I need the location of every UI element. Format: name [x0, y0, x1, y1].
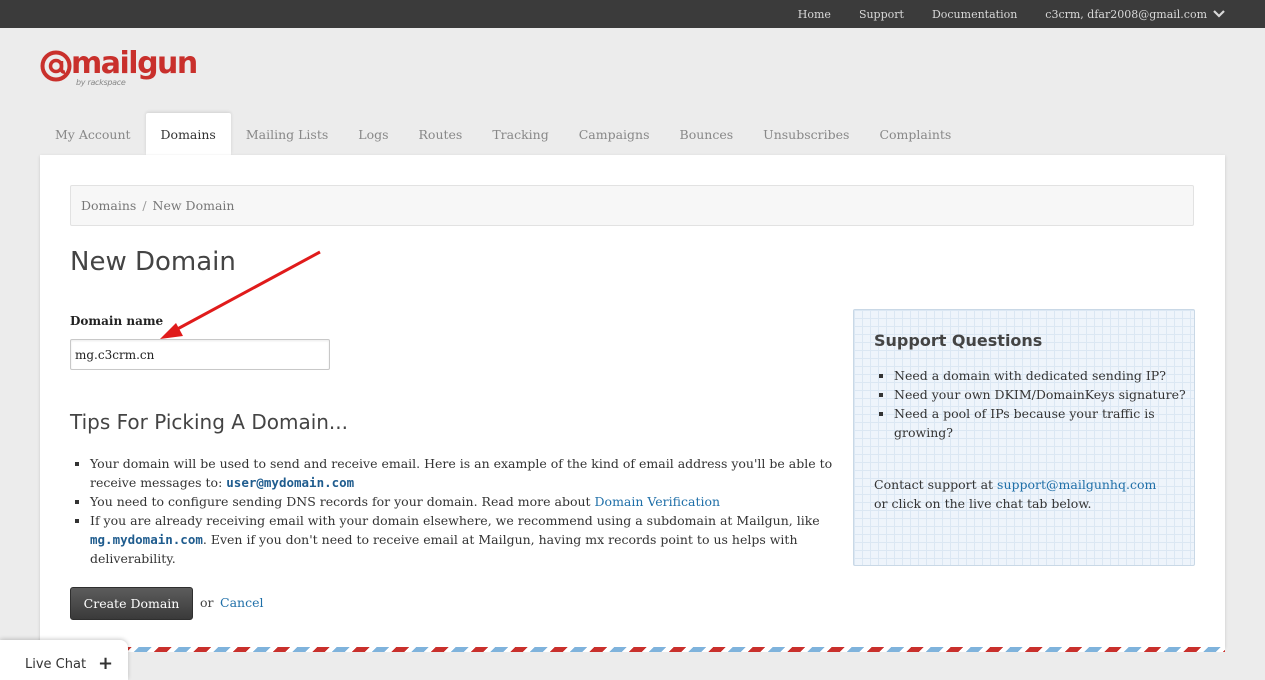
- support-item: Need your own DKIM/DomainKeys signature?: [894, 385, 1199, 404]
- account-label: c3crm, dfar2008@gmail.com: [1045, 7, 1207, 21]
- example-address: user@mydomain.com: [226, 475, 355, 490]
- tab-domains[interactable]: Domains: [145, 113, 231, 155]
- tips-heading: Tips For Picking A Domain...: [70, 410, 348, 434]
- tip-item: If you are already receiving email with …: [90, 511, 835, 568]
- tab-mailing-lists[interactable]: Mailing Lists: [231, 113, 343, 155]
- top-nav-documentation-link[interactable]: Documentation: [932, 8, 1017, 21]
- tab-bounces[interactable]: Bounces: [665, 113, 749, 155]
- airmail-border: [40, 647, 1225, 652]
- logo-byline: by rackspace: [76, 78, 126, 87]
- domain-verification-link[interactable]: Domain Verification: [595, 494, 721, 509]
- tip-item: Your domain will be used to send and rec…: [90, 454, 835, 492]
- support-item: Need a pool of IPs because your traffic …: [894, 404, 1199, 442]
- tip-text: You need to configure sending DNS record…: [90, 494, 595, 509]
- cancel-link[interactable]: Cancel: [220, 595, 263, 610]
- mailgun-logo[interactable]: mailgun by rackspace: [40, 46, 200, 90]
- page-title: New Domain: [70, 247, 236, 277]
- contact-suffix: or click on the live chat tab below.: [874, 496, 1092, 511]
- account-menu[interactable]: c3crm, dfar2008@gmail.com: [1045, 8, 1225, 21]
- breadcrumb-separator: /: [142, 198, 147, 213]
- support-title: Support Questions: [874, 331, 1043, 350]
- plus-icon: +: [98, 653, 114, 674]
- tab-campaigns[interactable]: Campaigns: [564, 113, 665, 155]
- top-nav-home-link[interactable]: Home: [798, 8, 831, 21]
- create-domain-button[interactable]: Create Domain: [70, 587, 193, 620]
- main-tabs: My Account Domains Mailing Lists Logs Ro…: [40, 113, 966, 155]
- logo-wordmark: mailgun: [71, 46, 198, 81]
- tips-list: Your domain will be used to send and rec…: [70, 454, 835, 568]
- tip-text: If you are already receiving email with …: [90, 513, 820, 528]
- contact-prefix: Contact support at: [874, 477, 998, 492]
- tab-unsubscribes[interactable]: Unsubscribes: [748, 113, 864, 155]
- support-item: Need a domain with dedicated sending IP?: [894, 366, 1199, 385]
- support-questions-box: Support Questions Need a domain with ded…: [853, 309, 1195, 566]
- tip-item: You need to configure sending DNS record…: [90, 492, 835, 511]
- breadcrumb-current: New Domain: [152, 198, 235, 213]
- tab-my-account[interactable]: My Account: [40, 113, 146, 155]
- chevron-down-icon: [1213, 10, 1225, 18]
- domain-name-input[interactable]: [70, 339, 330, 370]
- top-nav: Home Support Documentation c3crm, dfar20…: [770, 0, 1225, 28]
- live-chat-tab[interactable]: Live Chat +: [0, 640, 128, 680]
- or-text: or: [200, 595, 214, 610]
- example-subdomain: mg.mydomain.com: [90, 532, 203, 547]
- at-sign-logo-icon: [40, 50, 72, 82]
- tip-text: Your domain will be used to send and rec…: [90, 456, 833, 490]
- tab-routes[interactable]: Routes: [404, 113, 478, 155]
- breadcrumb: Domains / New Domain: [70, 185, 1194, 226]
- support-contact: Contact support at support@mailgunhq.com…: [874, 475, 1179, 513]
- tab-tracking[interactable]: Tracking: [477, 113, 563, 155]
- tab-logs[interactable]: Logs: [343, 113, 403, 155]
- support-list: Need a domain with dedicated sending IP?…: [874, 366, 1199, 442]
- support-email-link[interactable]: support@mailgunhq.com: [997, 477, 1156, 492]
- breadcrumb-domains-link[interactable]: Domains: [81, 198, 136, 213]
- top-bar: Home Support Documentation c3crm, dfar20…: [0, 0, 1265, 28]
- tab-complaints[interactable]: Complaints: [864, 113, 966, 155]
- domain-name-label: Domain name: [70, 314, 164, 328]
- top-nav-support-link[interactable]: Support: [859, 8, 904, 21]
